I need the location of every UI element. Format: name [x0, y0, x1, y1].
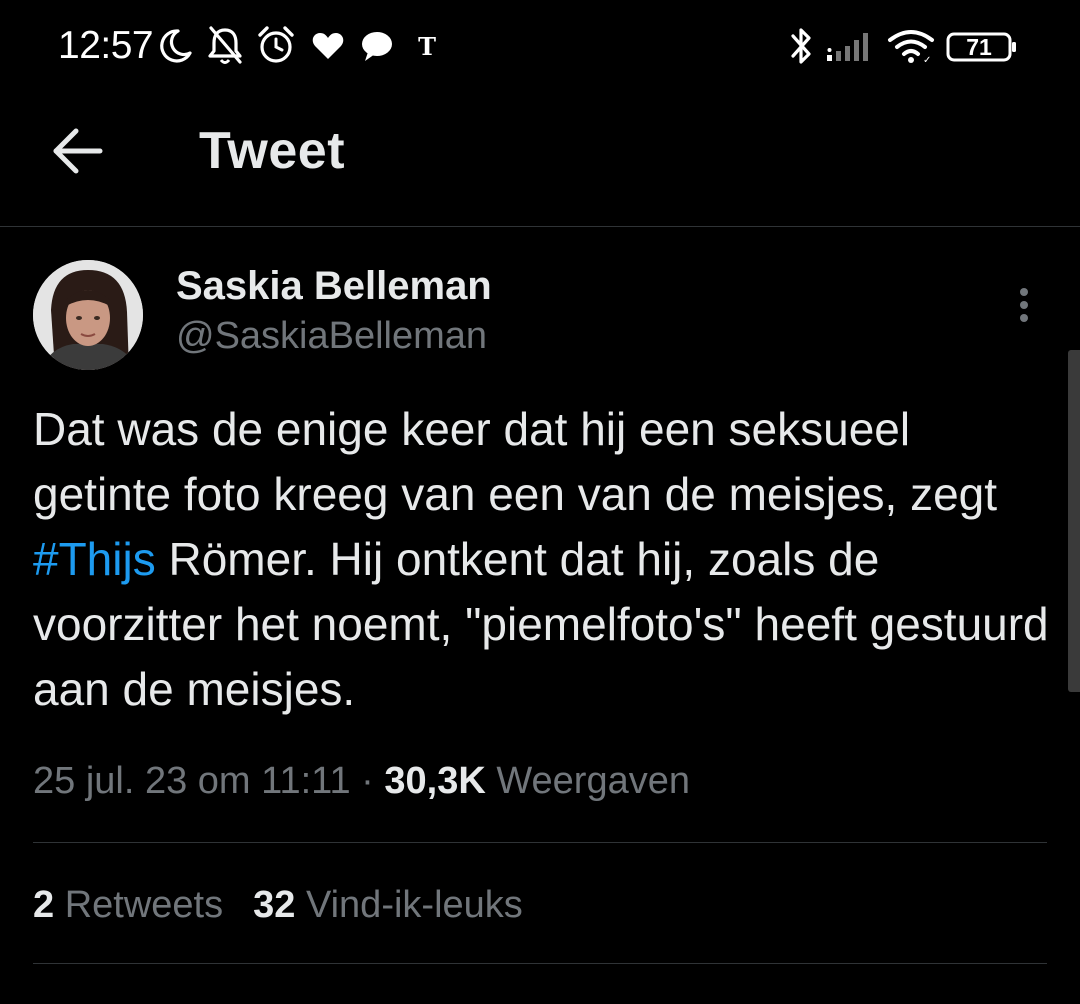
likes-label: Vind-ik-leuks [295, 884, 523, 926]
battery-icon: 71 [946, 32, 1018, 62]
heart-icon [312, 33, 344, 59]
likes-count: 32 [253, 884, 296, 926]
back-button[interactable] [44, 123, 114, 179]
views-count: 30,3K [384, 760, 486, 802]
retweets-stat[interactable]: 2 Retweets [33, 884, 223, 926]
signal-icon [827, 33, 868, 61]
stats-divider [33, 963, 1047, 964]
status-time: 12:57 [58, 24, 154, 67]
more-dot-icon [1020, 301, 1028, 309]
alarm-icon [258, 26, 294, 63]
meta-separator: · [350, 760, 385, 802]
moon-icon [160, 29, 192, 63]
battery-level: 71 [966, 34, 992, 60]
more-dot-icon [1020, 288, 1028, 296]
tweet-header: Tweet [0, 95, 1080, 225]
timestamp[interactable]: 25 jul. 23 om 11:11 [33, 760, 351, 802]
header-divider [0, 226, 1080, 227]
wifi-icon: ✓ [888, 30, 934, 64]
author-handle[interactable]: @SaskiaBelleman [176, 315, 487, 358]
likes-stat[interactable]: 32 Vind-ik-leuks [253, 884, 523, 926]
hashtag-link[interactable]: #Thijs [33, 533, 156, 585]
tweet-text-part: Römer. Hij ontkent dat hij, zoals de voo… [33, 533, 1049, 715]
status-bar: 12:57 T ✓ 71 [0, 0, 1080, 95]
bell-off-icon [208, 26, 242, 64]
author-name[interactable]: Saskia Belleman [176, 264, 492, 309]
retweets-label: Retweets [54, 884, 224, 926]
bluetooth-icon [791, 28, 811, 64]
avatar[interactable] [33, 260, 143, 370]
svg-text:T: T [418, 33, 436, 59]
page-title: Tweet [199, 122, 346, 180]
retweets-count: 2 [33, 884, 55, 926]
tweet-text: Dat was de enige keer dat hij een seksue… [33, 397, 1058, 722]
arrow-left-icon [53, 128, 103, 174]
chat-bubble-icon [362, 32, 392, 61]
tweet-meta: 25 jul. 23 om 11:11 · 30,3K Weergaven [33, 760, 690, 803]
meta-divider [33, 842, 1047, 843]
views-label: Weergaven [485, 760, 690, 802]
scrollbar[interactable] [1068, 350, 1080, 692]
telegraaf-icon: T [418, 33, 436, 59]
more-options-button[interactable] [1004, 283, 1044, 327]
more-dot-icon [1020, 314, 1028, 322]
svg-text:✓: ✓ [923, 55, 931, 64]
tweet-stats: 2 Retweets 32 Vind-ik-leuks [33, 884, 523, 927]
tweet-text-part: Dat was de enige keer dat hij een seksue… [33, 403, 998, 520]
